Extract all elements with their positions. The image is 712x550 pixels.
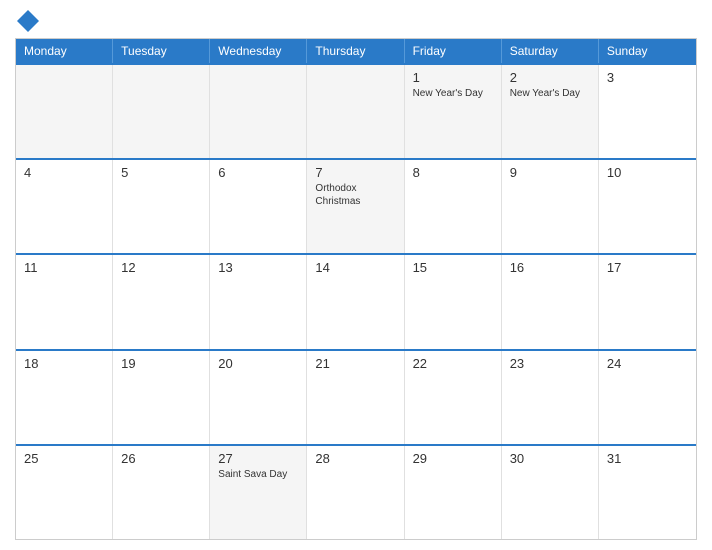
day-number: 19 — [121, 356, 201, 371]
calendar-cell: 28 — [307, 446, 404, 539]
day-number: 7 — [315, 165, 395, 180]
header — [15, 10, 697, 32]
calendar-cell: 27 Saint Sava Day — [210, 446, 307, 539]
calendar-cell: 1 New Year's Day — [405, 65, 502, 158]
day-number: 31 — [607, 451, 688, 466]
day-number: 25 — [24, 451, 104, 466]
day-number: 27 — [218, 451, 298, 466]
calendar-cell: 26 — [113, 446, 210, 539]
calendar-cell: 20 — [210, 351, 307, 444]
calendar-cell: 25 — [16, 446, 113, 539]
header-sunday: Sunday — [599, 39, 696, 63]
day-number: 8 — [413, 165, 493, 180]
day-number: 1 — [413, 70, 493, 85]
calendar-cell — [16, 65, 113, 158]
day-number: 30 — [510, 451, 590, 466]
day-number: 24 — [607, 356, 688, 371]
day-number: 22 — [413, 356, 493, 371]
calendar-cell: 15 — [405, 255, 502, 348]
day-number: 9 — [510, 165, 590, 180]
logo — [15, 10, 41, 32]
day-number: 18 — [24, 356, 104, 371]
calendar-cell: 14 — [307, 255, 404, 348]
day-number: 28 — [315, 451, 395, 466]
calendar-cell: 31 — [599, 446, 696, 539]
calendar-cell: 3 — [599, 65, 696, 158]
event-label: New Year's Day — [510, 87, 590, 100]
day-number: 3 — [607, 70, 688, 85]
event-label: New Year's Day — [413, 87, 493, 100]
calendar-cell: 10 — [599, 160, 696, 253]
header-monday: Monday — [16, 39, 113, 63]
day-number: 29 — [413, 451, 493, 466]
calendar-body: 1 New Year's Day 2 New Year's Day 3 4 5 6 7 Ortho… — [16, 63, 696, 539]
header-thursday: Thursday — [307, 39, 404, 63]
day-number: 26 — [121, 451, 201, 466]
header-tuesday: Tuesday — [113, 39, 210, 63]
header-saturday: Saturday — [502, 39, 599, 63]
calendar-cell: 21 — [307, 351, 404, 444]
calendar-cell: 16 — [502, 255, 599, 348]
event-label: Orthodox Christmas — [315, 182, 395, 208]
day-number: 14 — [315, 260, 395, 275]
day-number: 12 — [121, 260, 201, 275]
event-label: Saint Sava Day — [218, 468, 298, 481]
calendar-cell: 23 — [502, 351, 599, 444]
day-number: 5 — [121, 165, 201, 180]
calendar-cell — [210, 65, 307, 158]
week-row-2: 4 5 6 7 Orthodox Christmas 8 9 10 — [16, 158, 696, 253]
calendar-cell: 12 — [113, 255, 210, 348]
calendar-cell: 6 — [210, 160, 307, 253]
calendar-cell: 5 — [113, 160, 210, 253]
calendar: Monday Tuesday Wednesday Thursday Friday… — [15, 38, 697, 540]
calendar-cell: 2 New Year's Day — [502, 65, 599, 158]
week-row-3: 11 12 13 14 15 16 17 — [16, 253, 696, 348]
calendar-cell: 13 — [210, 255, 307, 348]
day-number: 13 — [218, 260, 298, 275]
page: Monday Tuesday Wednesday Thursday Friday… — [0, 0, 712, 550]
calendar-cell: 11 — [16, 255, 113, 348]
calendar-cell: 17 — [599, 255, 696, 348]
week-row-1: 1 New Year's Day 2 New Year's Day 3 — [16, 63, 696, 158]
day-number: 16 — [510, 260, 590, 275]
calendar-cell: 18 — [16, 351, 113, 444]
header-wednesday: Wednesday — [210, 39, 307, 63]
day-number: 20 — [218, 356, 298, 371]
day-number: 11 — [24, 260, 104, 275]
day-number: 21 — [315, 356, 395, 371]
header-friday: Friday — [405, 39, 502, 63]
calendar-cell: 8 — [405, 160, 502, 253]
calendar-cell: 30 — [502, 446, 599, 539]
day-number: 4 — [24, 165, 104, 180]
logo-icon — [17, 10, 39, 32]
calendar-cell: 29 — [405, 446, 502, 539]
calendar-cell — [307, 65, 404, 158]
calendar-cell: 4 — [16, 160, 113, 253]
day-number: 15 — [413, 260, 493, 275]
day-number: 2 — [510, 70, 590, 85]
week-row-4: 18 19 20 21 22 23 24 — [16, 349, 696, 444]
calendar-cell: 24 — [599, 351, 696, 444]
day-number: 6 — [218, 165, 298, 180]
calendar-cell: 22 — [405, 351, 502, 444]
day-number: 10 — [607, 165, 688, 180]
calendar-header-row: Monday Tuesday Wednesday Thursday Friday… — [16, 39, 696, 63]
calendar-cell: 19 — [113, 351, 210, 444]
day-number: 17 — [607, 260, 688, 275]
calendar-cell: 7 Orthodox Christmas — [307, 160, 404, 253]
calendar-cell: 9 — [502, 160, 599, 253]
week-row-5: 25 26 27 Saint Sava Day 28 29 30 31 — [16, 444, 696, 539]
calendar-cell — [113, 65, 210, 158]
day-number: 23 — [510, 356, 590, 371]
